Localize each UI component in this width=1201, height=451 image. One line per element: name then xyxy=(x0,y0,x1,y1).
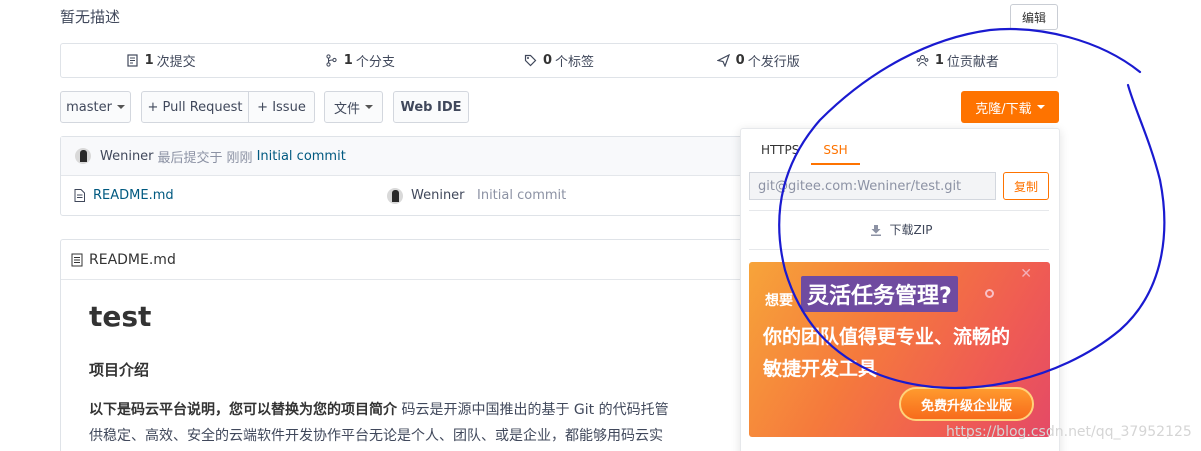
commit-time: 刚刚 xyxy=(226,150,253,166)
promo-want-text: 想要 xyxy=(765,293,793,309)
web-ide-button[interactable]: Web IDE xyxy=(393,91,469,123)
chevron-down-icon xyxy=(1036,105,1045,109)
stat-branches-label: 个分支 xyxy=(355,55,395,70)
file-commit-message[interactable]: Initial commit xyxy=(477,188,566,203)
tab-ssh[interactable]: SSH xyxy=(811,137,860,165)
contributors-icon xyxy=(916,55,929,67)
close-icon[interactable]: ✕ xyxy=(1020,266,1032,282)
enterprise-promo-banner[interactable]: ✕ 想要 灵活任务管理? 你的团队值得更专业、流畅的 敏捷开发工具 免费升级企业… xyxy=(749,262,1050,437)
clone-protocol-tabs: HTTPS SSH xyxy=(749,137,860,165)
stat-commits-label: 次提交 xyxy=(156,55,196,70)
repo-stats-bar: 1 次提交 1 个分支 0 个标签 0 个发行版 1 位贡献者 xyxy=(60,43,1058,78)
stat-branches[interactable]: 1 个分支 xyxy=(260,44,459,77)
new-pull-request-button[interactable]: + Pull Request xyxy=(141,91,249,123)
file-icon xyxy=(71,253,83,266)
download-icon xyxy=(870,224,881,236)
readme-filename: README.md xyxy=(89,251,176,268)
latest-commit-panel: Weniner 最后提交于 刚刚 Initial commit README.m… xyxy=(60,136,760,216)
readme-panel: README.md test 项目介绍 以下是码云平台说明，您可以替换为您的项目… xyxy=(60,239,760,451)
avatar[interactable] xyxy=(75,148,91,164)
stat-tags-label: 个标签 xyxy=(555,55,595,70)
copy-url-button[interactable]: 复制 xyxy=(1003,172,1049,200)
stat-releases-label: 个发行版 xyxy=(747,55,800,70)
repo-description: 暂无描述 xyxy=(60,8,121,26)
tab-https[interactable]: HTTPS xyxy=(749,137,811,165)
readme-heading: 项目介绍 xyxy=(89,361,150,379)
branch-select-label: master xyxy=(66,99,112,115)
file-icon xyxy=(74,189,85,202)
stat-contributors[interactable]: 1 位贡献者 xyxy=(858,44,1057,77)
readme-header: README.md xyxy=(61,240,759,280)
promo-highlight: 灵活任务管理? xyxy=(801,276,958,312)
tag-icon xyxy=(524,54,537,67)
stat-releases-count: 0 xyxy=(735,53,745,68)
stat-tags[interactable]: 0 个标签 xyxy=(459,44,658,77)
decorative-ring xyxy=(985,289,994,298)
upgrade-enterprise-button[interactable]: 免费升级企业版 xyxy=(899,387,1034,421)
table-row: README.md Weniner Initial commit xyxy=(61,176,759,215)
watermark: https://blog.csdn.net/qq_37952125 xyxy=(946,424,1192,440)
divider xyxy=(749,249,1049,250)
stat-branches-count: 1 xyxy=(343,53,353,68)
stat-commits-count: 1 xyxy=(144,53,154,68)
chevron-down-icon xyxy=(365,105,373,109)
stat-commits[interactable]: 1 次提交 xyxy=(61,44,260,77)
stat-tags-count: 0 xyxy=(542,53,553,68)
stat-contributors-label: 位贡献者 xyxy=(946,55,999,70)
stat-contributors-count: 1 xyxy=(934,53,944,68)
branch-select[interactable]: master xyxy=(60,91,131,123)
download-zip-button[interactable]: 下载ZIP xyxy=(741,221,1061,238)
readme-text-line2: 供稳定、高效、安全的云端软件开发协作平台无论是个人、团队、或是企业，都能够用码云… xyxy=(89,428,663,444)
commit-icon xyxy=(126,54,138,67)
readme-text-line1: 码云是开源中国推出的基于 Git 的代码托管 xyxy=(397,402,669,418)
promo-line2: 你的团队值得更专业、流畅的 xyxy=(763,326,1011,348)
file-menu-button[interactable]: 文件 xyxy=(324,91,383,123)
stat-releases[interactable]: 0 个发行版 xyxy=(659,44,858,77)
commit-message-link[interactable]: Initial commit xyxy=(257,149,346,164)
branch-icon xyxy=(326,54,337,67)
commit-meta-text: 最后提交于 xyxy=(157,150,223,166)
latest-commit-header: Weniner 最后提交于 刚刚 Initial commit xyxy=(61,137,759,176)
avatar[interactable] xyxy=(387,188,403,204)
clone-download-button[interactable]: 克隆/下载 xyxy=(961,91,1059,123)
file-menu-label: 文件 xyxy=(333,101,360,117)
release-icon xyxy=(716,54,730,67)
commit-author[interactable]: Weniner xyxy=(100,149,154,164)
download-zip-label: 下载ZIP xyxy=(889,223,933,237)
clone-download-label: 克隆/下载 xyxy=(975,101,1032,117)
clone-dropdown-panel: HTTPS SSH 复制 下载ZIP ✕ 想要 灵活任务管理? 你的团队值得更专… xyxy=(740,128,1060,451)
new-issue-button[interactable]: + Issue xyxy=(248,91,315,123)
readme-title: test xyxy=(89,300,152,333)
edit-description-button[interactable]: 编辑 xyxy=(1010,4,1058,30)
file-commit-author[interactable]: Weniner xyxy=(411,188,465,203)
readme-bold-text: 以下是码云平台说明，您可以替换为您的项目简介 xyxy=(89,402,397,418)
readme-paragraph: 以下是码云平台说明，您可以替换为您的项目简介 码云是开源中国推出的基于 Git … xyxy=(89,397,779,449)
divider xyxy=(749,210,1049,211)
chevron-down-icon xyxy=(116,105,125,109)
promo-line3: 敏捷开发工具 xyxy=(763,358,878,380)
clone-url-input[interactable] xyxy=(749,172,996,200)
file-name-link[interactable]: README.md xyxy=(93,188,174,203)
